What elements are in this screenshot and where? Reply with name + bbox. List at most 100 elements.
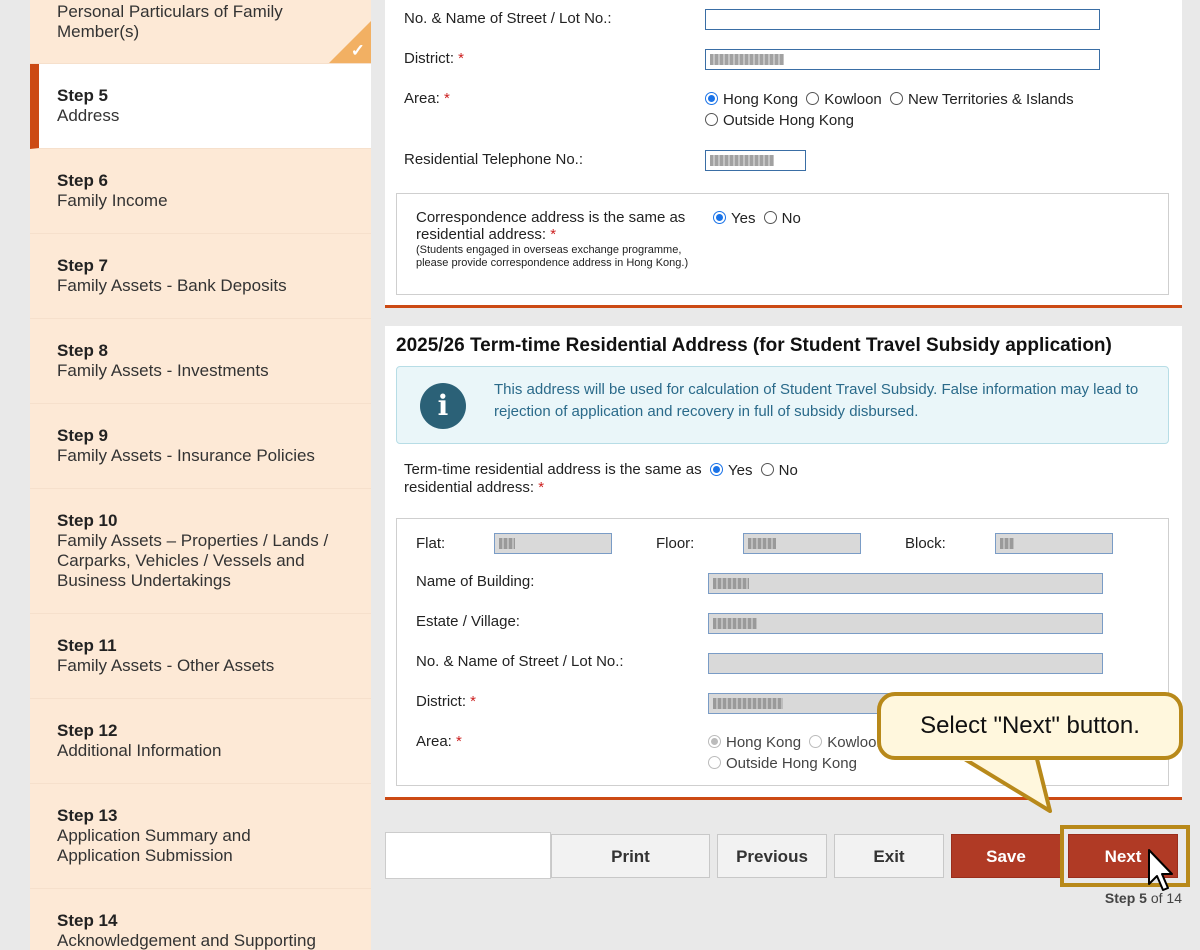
save-button[interactable]: Save <box>951 834 1061 878</box>
area-label-text: Area: <box>404 90 440 107</box>
sidebar-item-insurance[interactable]: Step 9 Family Assets - Insurance Policie… <box>30 404 371 489</box>
flat-input[interactable] <box>494 533 612 554</box>
radio-button[interactable] <box>713 211 726 224</box>
radio-button[interactable] <box>806 92 820 105</box>
floor-input[interactable] <box>743 533 861 554</box>
option-label: New Territories & Islands <box>907 91 1074 108</box>
area-option-outside-hk[interactable]: Outside Hong Kong <box>705 112 854 129</box>
correspondence-radio-group: Yes No <box>713 210 801 227</box>
term-street-label: No. & Name of Street / Lot No.: <box>416 653 624 670</box>
sidebar-step-number: Step 8 <box>57 341 109 360</box>
option-label: Yes <box>731 210 756 227</box>
sidebar-step-number: Step 10 <box>57 511 118 530</box>
term-time-title: 2025/26 Term-time Residential Address (f… <box>396 335 1112 356</box>
radio-button[interactable] <box>809 735 823 748</box>
radio-button[interactable] <box>705 92 718 105</box>
building-label: Name of Building: <box>416 573 535 590</box>
sidebar-item-family-members[interactable]: Personal Particulars of Family Member(s)… <box>30 0 371 64</box>
block-input[interactable] <box>995 533 1113 554</box>
sidebar-item-label: Acknowledgement and Supporting <box>57 931 316 950</box>
sidebar-item-label: Family Assets - Insurance Policies <box>57 446 315 465</box>
term-street-input[interactable] <box>708 653 1103 674</box>
question-text: Term-time residential address is the sam… <box>404 461 702 496</box>
sidebar-item-label: Family Income <box>57 191 168 210</box>
sidebar-item-family-income[interactable]: Step 6 Family Income <box>30 149 371 234</box>
info-icon: i <box>420 383 466 429</box>
radio-button[interactable] <box>710 463 723 476</box>
sidebar-item-bank-deposits[interactable]: Step 7 Family Assets - Bank Deposits <box>30 234 371 319</box>
radio-button[interactable] <box>708 756 721 769</box>
button-bar-spacer <box>385 832 551 879</box>
radio-button[interactable] <box>763 211 777 224</box>
district-label-text: District: <box>404 50 454 67</box>
radio-button[interactable] <box>889 92 903 105</box>
radio-button[interactable] <box>705 113 718 126</box>
exit-button[interactable]: Exit <box>834 834 944 878</box>
correspondence-no[interactable]: No <box>763 210 801 227</box>
street-input[interactable] <box>705 9 1100 30</box>
masked-value <box>499 538 515 549</box>
option-label: No <box>781 210 801 227</box>
term-area-option-hong-kong[interactable]: Hong Kong <box>708 734 801 751</box>
option-label: Outside Hong Kong <box>723 112 854 129</box>
sidebar-item-additional-info[interactable]: Step 12 Additional Information <box>30 699 371 784</box>
radio-button[interactable] <box>708 735 721 748</box>
sidebar-item-acknowledgement[interactable]: Step 14 Acknowledgement and Supporting <box>30 889 371 950</box>
sidebar-item-label: Family Assets – Properties / Lands / Car… <box>57 531 329 590</box>
current-step: 5 <box>1139 890 1147 906</box>
estate-input[interactable] <box>708 613 1103 634</box>
print-button[interactable]: Print <box>551 834 710 878</box>
residential-address-panel: No. & Name of Street / Lot No.: District… <box>385 0 1182 307</box>
sidebar-item-label: Family Assets - Other Assets <box>57 656 275 675</box>
term-district-label: District: * <box>416 693 476 710</box>
sidebar-item-investments[interactable]: Step 8 Family Assets - Investments <box>30 319 371 404</box>
term-time-radio-group: Yes No <box>710 462 798 479</box>
sidebar-item-label: Family Assets - Bank Deposits <box>57 276 287 295</box>
correspondence-yes[interactable]: Yes <box>713 210 755 227</box>
term-area-label: Area: * <box>416 733 462 750</box>
masked-value <box>713 618 757 629</box>
area-option-hong-kong[interactable]: Hong Kong <box>705 91 798 108</box>
area-option-kowloon[interactable]: Kowloon <box>806 91 882 108</box>
street-label: No. & Name of Street / Lot No.: <box>404 10 612 27</box>
term-area-radio-group: Hong Kong Kowloon <box>708 734 885 751</box>
building-input[interactable] <box>708 573 1103 594</box>
sidebar-item-properties[interactable]: Step 10 Family Assets – Properties / Lan… <box>30 489 371 614</box>
info-text: This address will be used for calculatio… <box>494 381 1139 420</box>
mouse-cursor-icon <box>1148 849 1173 891</box>
sidebar-step-number: Step 6 <box>57 171 109 190</box>
masked-value <box>710 54 784 65</box>
sidebar-item-summary[interactable]: Step 13 Application Summary and Applicat… <box>30 784 371 889</box>
sidebar-item-label: Address <box>57 106 120 125</box>
masked-value <box>713 698 783 709</box>
masked-value <box>713 578 749 589</box>
info-box: i This address will be used for calculat… <box>396 366 1169 444</box>
required-mark: * <box>470 693 477 710</box>
section-divider <box>385 305 1182 308</box>
term-time-yes[interactable]: Yes <box>710 462 752 479</box>
option-label: Yes <box>728 462 753 479</box>
previous-button[interactable]: Previous <box>717 834 827 878</box>
option-label: Hong Kong <box>726 734 802 751</box>
radio-button[interactable] <box>760 463 774 476</box>
estate-label: Estate / Village: <box>416 613 520 630</box>
option-label: Kowloon <box>824 91 882 108</box>
floor-label: Floor: <box>656 535 695 552</box>
term-area-option-kowloon[interactable]: Kowloon <box>809 734 885 751</box>
required-mark: * <box>444 90 450 107</box>
sidebar-item-address[interactable]: Step 5 Address <box>30 64 371 149</box>
area-option-new-territories[interactable]: New Territories & Islands <box>889 91 1074 108</box>
district-input[interactable] <box>705 49 1100 70</box>
check-icon: ✓ <box>350 41 365 60</box>
sidebar-item-other-assets[interactable]: Step 11 Family Assets - Other Assets <box>30 614 371 699</box>
required-mark: * <box>538 479 545 496</box>
required-mark: * <box>456 733 462 750</box>
area-radio-group: Hong Kong Kowloon New Territories & Isla… <box>705 91 1074 108</box>
sidebar-step-number: Step 11 <box>57 636 117 655</box>
steps-sidebar: Personal Particulars of Family Member(s)… <box>30 0 371 950</box>
term-time-no[interactable]: No <box>760 462 798 479</box>
term-area-option-outside-hk[interactable]: Outside Hong Kong <box>708 755 857 772</box>
sidebar-item-label: Additional Information <box>57 741 222 760</box>
sidebar-step-number: Step 9 <box>57 426 109 445</box>
telephone-input[interactable] <box>705 150 806 171</box>
